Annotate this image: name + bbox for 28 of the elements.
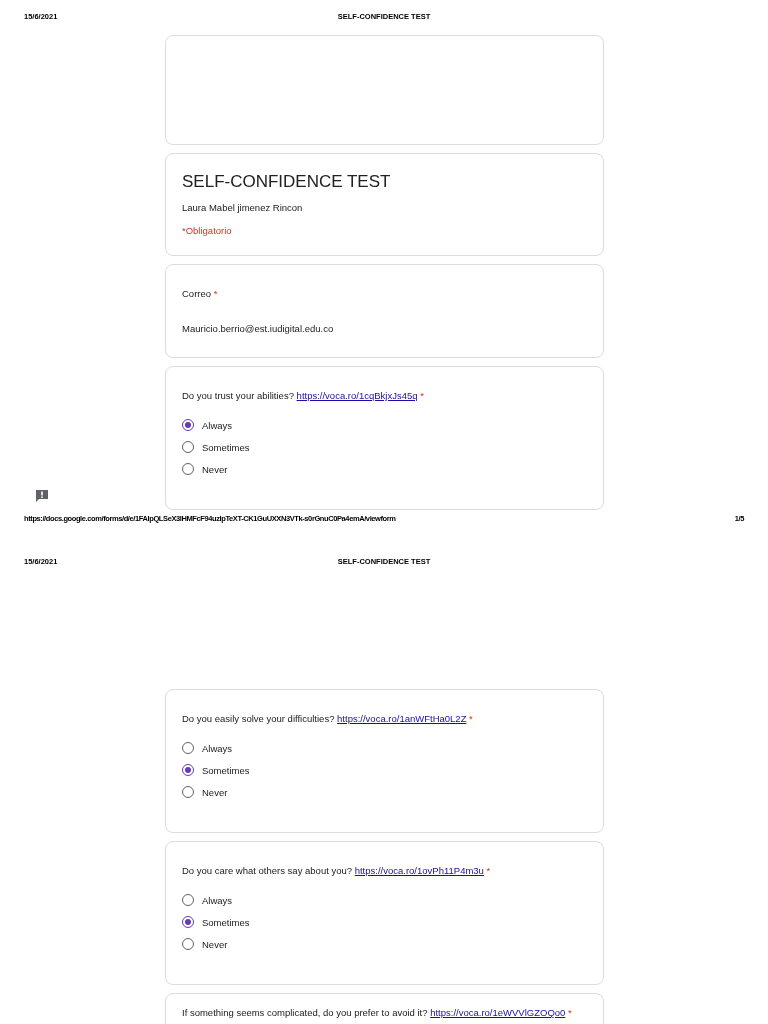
option-label: Always [202,419,233,431]
question-label: If something seems complicated, do you prefer to avoid it? [182,1007,429,1018]
required-mark: * [468,713,473,724]
form-title: SELF-CONFIDENCE TEST [182,172,392,192]
required-mark: * [419,390,424,401]
required-mark: * [212,288,218,299]
question-label: Do you easily solve your difficulties? [182,713,336,724]
required-mark: * [485,865,491,876]
option-label: Sometimes [202,441,250,453]
audio-link[interactable]: https://voca.ro/1ovPh11P4m3u [354,865,484,876]
question-label: Do you care what others say about you? [182,865,354,876]
form-subtitle: Laura Mabel jimenez Rincon [182,202,304,213]
audio-link[interactable]: https://voca.ro/1anWFtHa0L2Z [337,713,467,724]
option-label: Never [202,786,228,798]
feedback-icon[interactable] [35,489,49,503]
answer-text: Mauricio.berrio@est.iudigital.edu.co [182,323,335,334]
option-label: Sometimes [202,916,250,928]
question-label: Correo [182,288,212,299]
option-label: Always [202,742,233,754]
option-label: Never [202,463,228,475]
required-mark: * [567,1007,572,1018]
question-label: Do you trust your abilities? [182,390,295,401]
option-label: Sometimes [202,764,250,776]
required-note: *Obligatorio [182,225,233,236]
option-label: Never [202,938,228,950]
option-label: Always [202,894,233,906]
audio-link[interactable]: https://voca.ro/1eWVVlGZOQo0 [430,1007,566,1018]
audio-link[interactable]: https://voca.ro/1cqBkjxJs45q [296,390,418,401]
